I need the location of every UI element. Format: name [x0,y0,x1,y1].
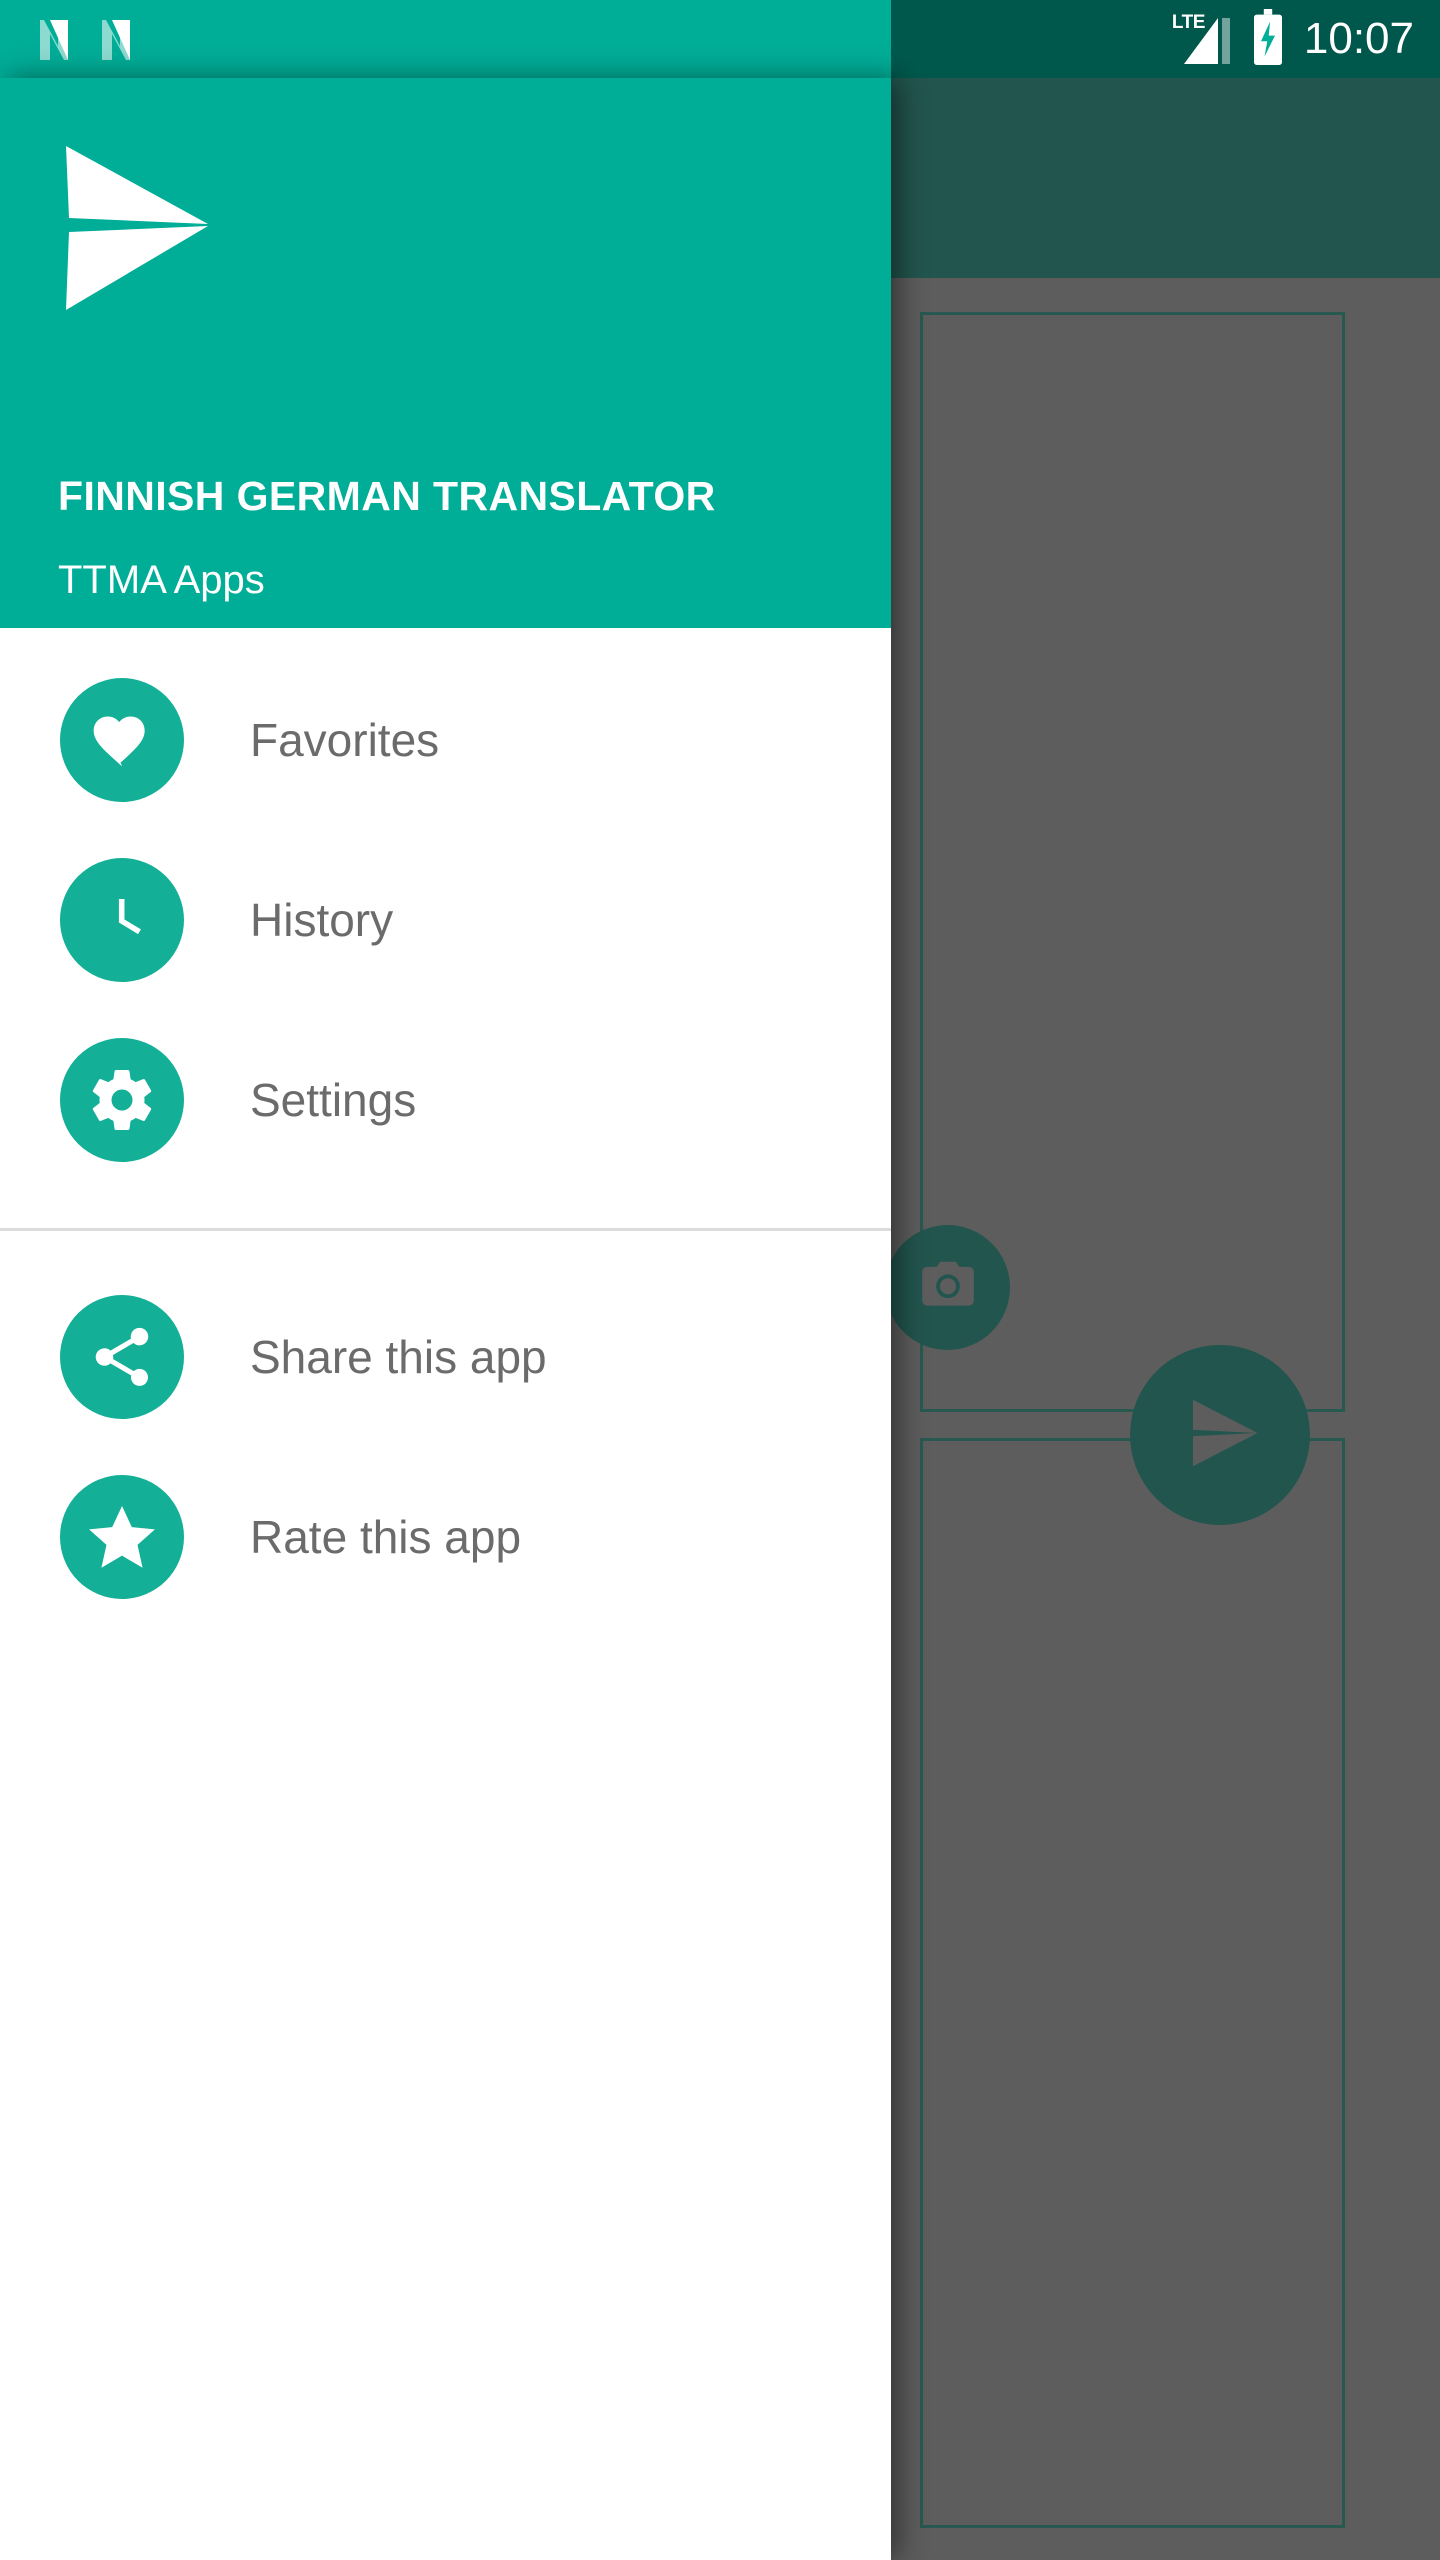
menu-item-label: Settings [250,1074,417,1126]
send-icon [1168,1381,1272,1490]
android-n-icon [34,18,74,60]
menu-item-rate-this-app[interactable]: Rate this app [0,1447,891,1627]
app-screen: GERMAN [0,0,1440,2560]
menu-item-history[interactable]: History [0,830,891,1010]
status-bar-right: LTE 10:07 [891,0,1440,78]
target-text-card[interactable] [920,1438,1345,2528]
android-n-icon [96,18,136,60]
menu-item-settings[interactable]: Settings [0,1010,891,1190]
signal-bars-icon: LTE [1172,12,1232,64]
navigation-drawer: FINNISH GERMAN TRANSLATOR TTMA Apps Favo… [0,78,891,2560]
share-icon [60,1295,184,1419]
clock-icon [60,858,184,982]
star-icon [60,1475,184,1599]
menu-divider [0,1228,891,1231]
menu-item-label: Favorites [250,714,440,766]
menu-item-share-this-app[interactable]: Share this app [0,1267,891,1447]
drawer-app-name: FINNISH GERMAN TRANSLATOR [58,473,716,519]
menu-item-label: Rate this app [250,1511,522,1563]
status-clock: 10:07 [1303,14,1414,63]
drawer-menu-list: Favorites History Settings Share this ap… [0,628,891,1627]
menu-item-label: Share this app [250,1331,547,1383]
translate-send-fab[interactable] [1130,1345,1310,1525]
drawer-header: FINNISH GERMAN TRANSLATOR TTMA Apps [0,78,891,628]
menu-item-label: History [250,894,394,946]
camera-icon [912,1254,984,1321]
heart-icon [60,678,184,802]
status-bar-left [0,0,891,78]
drawer-publisher-name: TTMA Apps [58,558,265,602]
camera-fab[interactable] [885,1225,1010,1350]
battery-charging-icon [1250,8,1286,70]
gear-icon [60,1038,184,1162]
menu-item-favorites[interactable]: Favorites [0,650,891,830]
paper-plane-logo-icon [56,140,246,315]
status-icon-group: LTE 10:07 [1172,8,1414,70]
